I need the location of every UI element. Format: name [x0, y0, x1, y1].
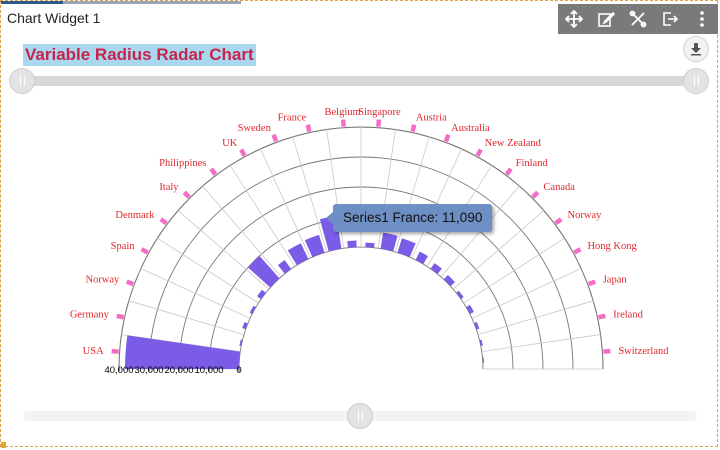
grid-spoke: [129, 301, 244, 335]
category-label-norway-2: Norway: [85, 274, 120, 285]
category-label-australia-13: Australia: [451, 123, 490, 134]
category-label-usa-0: USA: [83, 346, 104, 357]
bar-singapore-11: [365, 243, 374, 248]
grid-spoke: [464, 238, 565, 303]
marker-hong-kong-18: [574, 249, 580, 252]
marker-france-9: [308, 125, 309, 132]
category-label-finland-15: Finland: [516, 158, 549, 169]
grid-spoke: [157, 238, 258, 303]
marker-austria-12: [413, 125, 414, 132]
marker-uk-7: [241, 150, 244, 156]
category-label-hong-kong-18: Hong Kong: [587, 241, 637, 252]
marker-australia-13: [446, 135, 448, 142]
category-label-belgium-10: Belgium: [325, 107, 361, 118]
radar-bars: [125, 216, 484, 369]
grid-spoke: [293, 137, 327, 252]
grid-spoke: [178, 211, 269, 290]
marker-italy-5: [184, 192, 189, 197]
chart-widget: Chart Widget 1 Variable Radius Radar Cha…: [0, 0, 718, 447]
bar-finland-15: [431, 263, 442, 274]
marker-new-zealand-14: [477, 150, 480, 156]
category-label-ireland-20: Ireland: [613, 310, 643, 321]
marker-sweden-8: [274, 135, 276, 142]
bottom-slider-handle[interactable]: [347, 403, 373, 429]
marker-finland-15: [507, 169, 511, 175]
category-label-denmark-4: Denmark: [115, 210, 155, 221]
category-label-switzerland-21: Switzerland: [618, 346, 669, 357]
bar-new-zealand-14: [416, 252, 428, 264]
category-label-singapore-11: Singapore: [358, 107, 401, 118]
radial-axis: 0 10,00020,00030,00040,000: [104, 365, 241, 376]
marker-spain-3: [142, 249, 148, 252]
marker-canada-16: [533, 192, 538, 197]
marker-philippines-6: [211, 169, 215, 175]
axis-tick-label: 20,000: [164, 365, 193, 376]
tooltip-text: Series1 France: 11,090: [343, 210, 482, 225]
bar-canada-16: [444, 275, 455, 286]
bar-usa-0: [125, 335, 240, 369]
category-label-france-9: France: [278, 112, 307, 123]
marker-norway-17: [556, 219, 562, 223]
category-label-austria-12: Austria: [416, 112, 447, 123]
axis-tick-label: 0: [236, 365, 241, 376]
marker-norway-2: [127, 282, 134, 284]
category-label-philippines-6: Philippines: [159, 158, 206, 169]
grip-icon: [358, 411, 363, 421]
marker-japan-19: [589, 282, 596, 284]
marker-germany-1: [117, 316, 124, 317]
category-label-canada-16: Canada: [543, 182, 575, 193]
bar-denmark-4: [257, 290, 266, 299]
category-label-japan-19: Japan: [603, 274, 628, 285]
marker-ireland-20: [598, 316, 605, 317]
category-label-sweden-8: Sweden: [238, 123, 272, 134]
axis-tick-label: 30,000: [134, 365, 163, 376]
grid-spoke: [230, 165, 295, 266]
category-label-spain-3: Spain: [111, 241, 136, 252]
bar-belgium-10: [347, 240, 356, 247]
grid-arc: [239, 247, 483, 369]
marker-denmark-4: [161, 219, 167, 223]
category-label-germany-1: Germany: [70, 310, 110, 321]
category-label-norway-17: Norway: [568, 210, 603, 221]
category-labels: USA Germany Norway Spain Denmark Italy Philipp…: [70, 107, 669, 357]
axis-tick-label: 10,000: [194, 365, 223, 376]
axis-tick-label: 40,000: [104, 365, 133, 376]
category-label-italy-5: Italy: [159, 182, 179, 193]
category-label-new-zealand-14: New Zealand: [485, 138, 542, 149]
bar-philippines-6: [278, 260, 291, 274]
grid-spoke: [203, 186, 282, 277]
category-label-uk-7: UK: [222, 138, 238, 149]
widget-corner-marker: [1, 442, 6, 448]
grid-spoke: [482, 335, 601, 352]
bar-austria-12: [381, 233, 398, 252]
tooltip-arrow: [326, 212, 333, 224]
grid-spoke: [395, 137, 429, 252]
grid-spoke: [478, 301, 593, 335]
data-tooltip: Series1 France: 11,090: [333, 204, 492, 232]
